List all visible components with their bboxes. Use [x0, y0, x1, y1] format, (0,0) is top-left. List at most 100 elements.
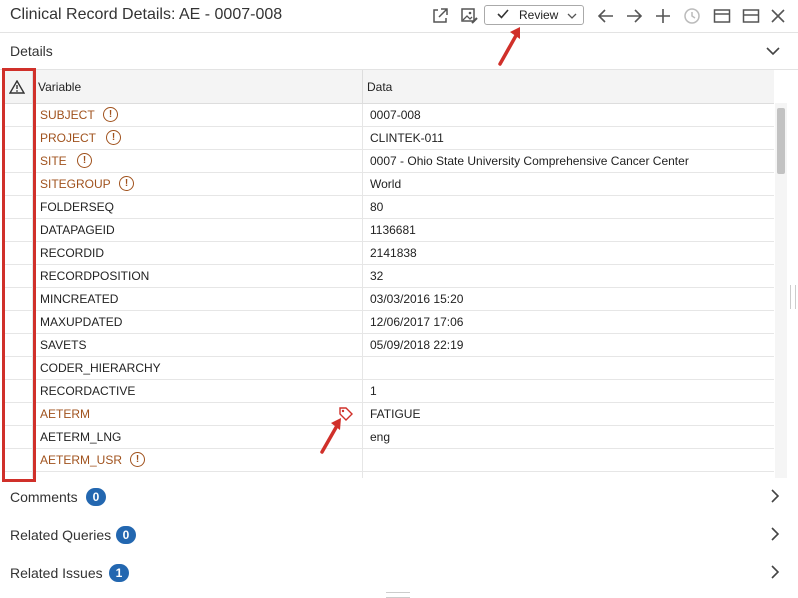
data-cell: 12/06/2017 17:06 — [370, 315, 464, 329]
variable-cell: RECORDID — [40, 246, 105, 260]
table-row[interactable]: MAXUPDATED 12/06/2017 17:06 — [2, 311, 774, 334]
chevron-down-icon[interactable] — [567, 8, 577, 22]
data-cell: 0007 - Ohio State University Comprehensi… — [370, 154, 689, 168]
alert-circle-icon[interactable]: ! — [119, 176, 134, 191]
related-queries-section[interactable]: Related Queries 0 — [0, 516, 798, 554]
column-divider — [362, 127, 363, 149]
chevron-right-icon[interactable] — [770, 565, 780, 584]
column-divider — [362, 242, 363, 264]
annotation-arrow-icon — [498, 27, 520, 66]
arrow-left-icon[interactable] — [596, 6, 616, 26]
close-icon[interactable] — [768, 6, 788, 26]
variable-cell: PROJECT — [40, 131, 97, 145]
column-header-variable[interactable]: Variable — [38, 80, 81, 94]
column-divider — [362, 334, 363, 356]
related-queries-count-badge: 0 — [116, 526, 136, 544]
annotation-arrow-icon — [320, 418, 341, 454]
table-row[interactable]: DATAPAGEID 1136681 — [2, 219, 774, 242]
table-row[interactable]: CODER_HIERARCHY — [2, 357, 774, 380]
arrow-right-icon[interactable] — [624, 6, 644, 26]
data-cell: eng — [370, 430, 391, 444]
variable-cell: RECORDACTIVE — [40, 384, 136, 398]
column-divider — [362, 265, 363, 287]
comments-section[interactable]: Comments 0 — [0, 478, 798, 516]
variable-cell: RECORDPOSITION — [40, 269, 150, 283]
column-divider — [362, 311, 363, 333]
window-title: Clinical Record Details: AE - 0007-008 — [10, 6, 283, 23]
alert-circle-icon[interactable]: ! — [77, 153, 92, 168]
variable-cell: SAVETS — [40, 338, 87, 352]
related-issues-label: Related Issues — [10, 565, 103, 581]
column-divider — [362, 173, 363, 195]
details-label: Details — [10, 43, 53, 59]
grid-rows: SUBJECT! 0007-008 PROJECT! CLINTEK-011 SITE!… — [2, 104, 774, 478]
related-issues-count-badge: 1 — [109, 564, 129, 582]
chevron-right-icon[interactable] — [770, 527, 780, 546]
grid-header: Variable Data — [2, 70, 774, 104]
chevron-right-icon[interactable] — [770, 489, 780, 508]
column-header-data[interactable]: Data — [367, 80, 392, 94]
details-section-header[interactable]: Details — [0, 33, 798, 70]
column-divider — [362, 288, 363, 310]
review-button[interactable]: Review — [484, 5, 584, 25]
column-divider — [362, 219, 363, 241]
variable-cell: CODER_HIERARCHY — [40, 361, 161, 375]
maximize-icon[interactable] — [741, 6, 761, 26]
data-cell: 1 — [370, 384, 377, 398]
alert-circle-icon[interactable]: ! — [106, 130, 121, 145]
column-divider — [362, 357, 363, 379]
table-row[interactable]: RECORDID 2141838 — [2, 242, 774, 265]
table-row[interactable]: AETERM_USR! — [2, 449, 774, 472]
table-row[interactable]: FOLDERSEQ 80 — [2, 196, 774, 219]
history-icon[interactable] — [682, 6, 702, 26]
table-row[interactable]: PROJECT! CLINTEK-011 — [2, 127, 774, 150]
table-row[interactable]: SITE! 0007 - Ohio State University Compre… — [2, 150, 774, 173]
data-cell: CLINTEK-011 — [370, 131, 444, 145]
chevron-down-icon[interactable] — [766, 43, 780, 61]
data-cell: 0007-008 — [370, 108, 421, 122]
check-icon — [497, 8, 511, 22]
variable-cell: MINCREATED — [40, 292, 119, 306]
alert-circle-icon[interactable]: ! — [130, 452, 145, 467]
alert-circle-icon[interactable]: ! — [103, 107, 118, 122]
data-cell: 32 — [370, 269, 384, 283]
table-row[interactable]: SAVETS 05/09/2018 22:19 — [2, 334, 774, 357]
table-row[interactable]: AETERM FATIGUE — [2, 403, 774, 426]
column-divider — [362, 426, 363, 448]
image-edit-icon[interactable] — [459, 6, 479, 26]
variable-cell: MAXUPDATED — [40, 315, 123, 329]
variable-cell: SITEGROUP — [40, 177, 111, 191]
column-divider — [362, 150, 363, 172]
related-issues-section[interactable]: Related Issues 1 — [0, 554, 798, 592]
comments-count-badge: 0 — [86, 488, 106, 506]
variable-cell: AETERM — [40, 407, 91, 421]
table-row[interactable]: SUBJECT! 0007-008 — [2, 104, 774, 127]
column-divider — [362, 403, 363, 425]
variable-cell: DATAPAGEID — [40, 223, 115, 237]
grid-scrollbar[interactable] — [775, 103, 787, 478]
panel-icon[interactable] — [712, 6, 732, 26]
column-divider — [362, 380, 363, 402]
related-queries-label: Related Queries — [10, 527, 112, 543]
plus-icon[interactable] — [653, 6, 673, 26]
column-divider — [362, 196, 363, 218]
data-cell: 80 — [370, 200, 384, 214]
data-cell: World — [370, 177, 402, 191]
annotation-highlight-box — [2, 68, 36, 482]
table-row[interactable]: RECORDACTIVE 1 — [2, 380, 774, 403]
column-divider — [362, 104, 363, 126]
data-cell: 2141838 — [370, 246, 417, 260]
variable-cell: AETERM_LNG — [40, 430, 122, 444]
data-cell: 05/09/2018 22:19 — [370, 338, 464, 352]
review-label: Review — [519, 8, 559, 22]
scrollbar-thumb[interactable] — [777, 108, 785, 174]
variable-cell: AETERM_USR — [40, 453, 123, 467]
table-row[interactable]: AETERM_LNG eng — [2, 426, 774, 449]
column-divider — [362, 70, 363, 103]
table-row[interactable]: SITEGROUP! World — [2, 173, 774, 196]
resize-handle[interactable] — [386, 592, 410, 598]
table-row[interactable]: RECORDPOSITION 32 — [2, 265, 774, 288]
external-link-icon[interactable] — [430, 6, 450, 26]
table-row[interactable]: MINCREATED 03/03/2016 15:20 — [2, 288, 774, 311]
side-resize-handle[interactable] — [790, 285, 796, 309]
